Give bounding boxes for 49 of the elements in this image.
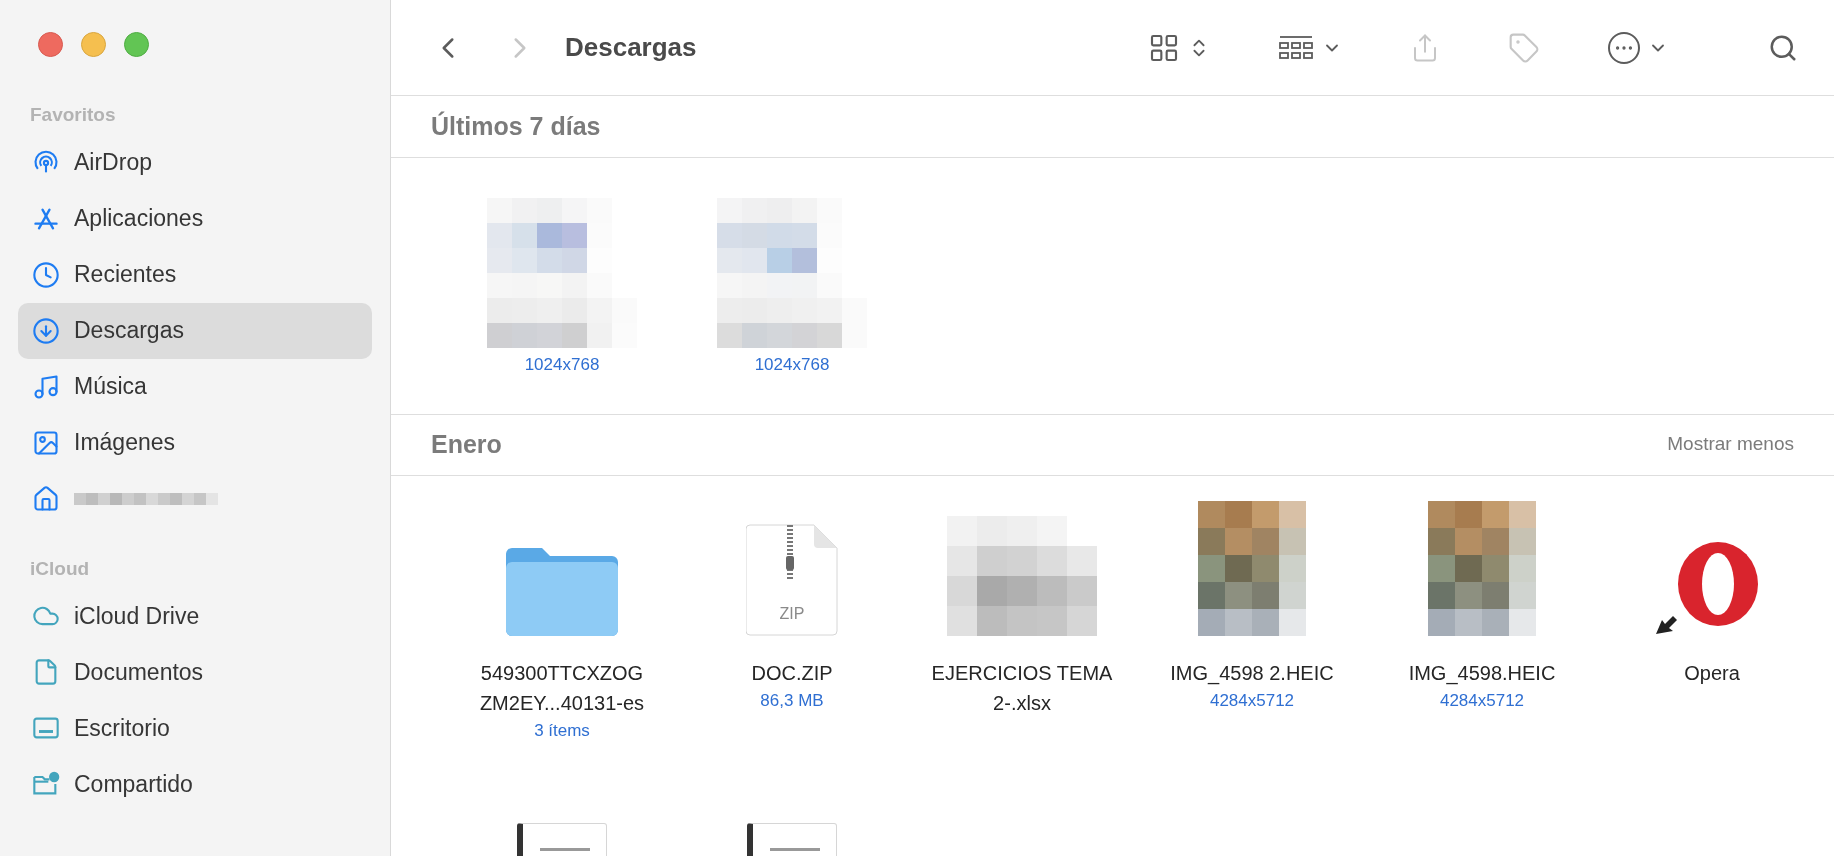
file-detail: 4284x5712 [1209, 689, 1295, 712]
minimize-button[interactable] [81, 32, 106, 57]
image-icon [32, 428, 60, 457]
sidebar-item[interactable]: Descargas [18, 302, 372, 359]
section-heading: Últimos 7 días [431, 110, 601, 142]
section-heading: Enero [431, 428, 502, 460]
file-name: EJERCICIOS TEMA 2-.xlsx [930, 660, 1114, 716]
file-item[interactable]: 1024x768 [447, 198, 677, 378]
file-detail: 1024x768 [754, 354, 830, 376]
file-name: IMG_4598 2.HEIC [1169, 660, 1335, 687]
file-name: Opera [1683, 660, 1741, 686]
file-item[interactable]: EJERCICIOS TEMA 2-.xlsx [907, 495, 1137, 743]
sidebar-item[interactable]: Compartido [18, 756, 372, 812]
sidebar-item[interactable]: Escritorio [18, 700, 372, 756]
file-detail: 3 ítems [534, 719, 590, 742]
sidebar-item[interactable]: Música [18, 358, 372, 415]
file-item[interactable]: IMG_4598.HEIC 4284x5712 [1367, 495, 1597, 743]
zip-label: ZIP [778, 603, 806, 624]
music-note-icon [32, 372, 60, 401]
sidebar-item[interactable]: Recientes [18, 246, 372, 303]
file-name: IMG_4598.HEIC [1407, 660, 1557, 687]
file-item[interactable]: ZIP DOC.ZIP 86,3 MB [677, 495, 907, 743]
window-title: Descargas [565, 31, 697, 64]
close-button[interactable] [38, 32, 63, 57]
file-detail: 4284x5712 [1439, 689, 1525, 712]
sidebar-item[interactable]: Aplicaciones [18, 190, 372, 247]
clock-icon [32, 260, 60, 289]
file-detail: 1024x768 [524, 354, 600, 376]
zoom-button[interactable] [124, 32, 149, 57]
sidebar-heading: iCloud [29, 556, 91, 581]
group-grid-icon [1278, 33, 1314, 62]
file-item[interactable]: IMG_4598 2.HEIC 4284x5712 [1137, 495, 1367, 743]
sidebar-item[interactable]: Documentos [18, 644, 372, 700]
file-name: DOC.ZIP [750, 660, 834, 686]
sidebar-heading: Favoritos [29, 103, 117, 127]
zip-file-icon [746, 523, 838, 636]
file-item[interactable]: 549300TTCXZOG ZM2EY...40131-es 3 ítems [447, 495, 677, 743]
file-detail: 86,3 MB [760, 689, 824, 712]
show-less-link[interactable]: Mostrar menos [1667, 430, 1794, 459]
tag-icon [1508, 31, 1540, 64]
sidebar-item[interactable]: Imágenes [18, 414, 372, 471]
download-icon [32, 316, 60, 345]
sidebar-item[interactable]: AirDrop [18, 134, 372, 191]
file-item[interactable]: 1024x768 [677, 198, 907, 378]
file-item[interactable]: Opera [1597, 495, 1827, 743]
file-name: 549300TTCXZOG ZM2EY...40131-es [478, 660, 646, 716]
home-icon [32, 484, 60, 513]
ellipsis-icon [1608, 31, 1640, 64]
sidebar-item[interactable]: iCloud Drive [18, 588, 372, 644]
